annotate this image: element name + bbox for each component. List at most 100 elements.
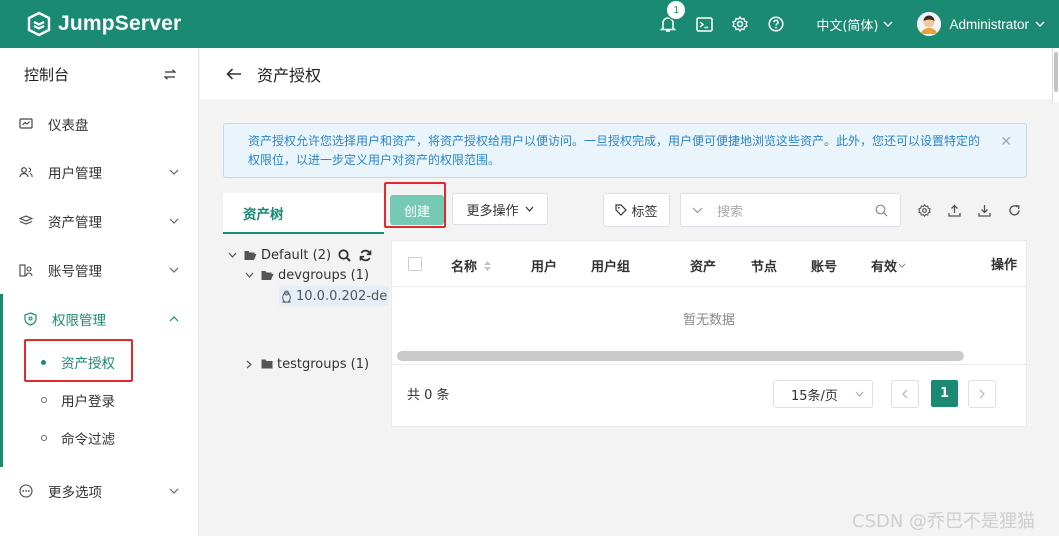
sidebar-item-more[interactable]: 更多选项 <box>0 471 199 511</box>
column-label: 名称 <box>451 260 478 275</box>
column-label: 操作 <box>991 258 1018 273</box>
shield-icon <box>22 311 38 327</box>
column-label: 用户组 <box>591 260 631 275</box>
column-header-user: 用户 <box>531 256 557 275</box>
chevron-down-icon <box>169 488 179 494</box>
sidebar-sub-command-filter[interactable]: 命令过滤 <box>0 421 199 455</box>
page-scrollbar[interactable] <box>1052 48 1059 102</box>
terminal-button[interactable] <box>686 0 722 48</box>
sidebar-item-dashboard[interactable]: 仪表盘 <box>0 104 199 144</box>
column-label: 资产 <box>690 260 717 275</box>
back-arrow-icon[interactable] <box>226 67 242 80</box>
help-icon <box>768 16 784 32</box>
linux-icon <box>281 290 292 303</box>
tag-icon <box>615 204 628 216</box>
chevron-down-icon <box>1035 21 1045 27</box>
chevron-up-icon <box>169 316 179 322</box>
tag-button[interactable]: 标签 <box>603 193 670 227</box>
highlight-box <box>384 182 446 228</box>
more-actions-button[interactable]: 更多操作 <box>452 193 548 225</box>
column-header-valid[interactable]: 有效 <box>871 256 906 275</box>
sidebar-item-users[interactable]: 用户管理 <box>0 152 199 192</box>
upload-icon[interactable] <box>939 201 969 219</box>
tree-node[interactable]: Default (2) <box>226 245 372 265</box>
chevron-down-icon <box>169 169 179 175</box>
refresh-icon[interactable] <box>359 249 372 262</box>
prev-page-button[interactable] <box>891 380 919 408</box>
permission-table: 名称 用户 用户组 资产 节点 账号 有效 操作 暂无数据 <box>391 240 1027 365</box>
close-icon[interactable]: ✕ <box>1000 133 1012 152</box>
user-menu[interactable]: Administrator <box>917 12 1045 36</box>
select-all-checkbox[interactable] <box>408 257 422 271</box>
caret-down-icon <box>226 252 238 258</box>
chevron-left-icon <box>902 389 908 399</box>
sidebar: 控制台 仪表盘 用户管理 资产管理 账号管理 权限管理 资产授权 用户登录 命令… <box>0 48 199 536</box>
tab-asset-tree[interactable]: 资产树 <box>223 193 384 234</box>
tree-node[interactable]: devgroups (1) <box>243 265 369 285</box>
sort-icon[interactable] <box>483 260 492 272</box>
download-icon[interactable] <box>969 201 999 219</box>
chevron-down-icon <box>855 391 864 397</box>
help-button[interactable] <box>758 0 794 48</box>
search-input[interactable]: 搜索 <box>680 193 901 227</box>
sidebar-item-accounts[interactable]: 账号管理 <box>0 250 199 290</box>
gear-icon <box>732 16 749 32</box>
empty-state: 暂无数据 <box>682 313 735 328</box>
folder-open-icon <box>244 250 257 261</box>
sidebar-item-permissions[interactable]: 权限管理 <box>0 299 199 339</box>
settings-button[interactable] <box>722 0 758 48</box>
language-label: 中文(简体) <box>816 18 879 34</box>
column-label: 节点 <box>751 260 778 275</box>
pagination: 共 0 条 15条/页 1 <box>391 365 1027 427</box>
page-size-select[interactable]: 15条/页 <box>773 380 873 408</box>
refresh-icon[interactable] <box>999 201 1029 219</box>
avatar <box>917 12 942 36</box>
total-count: 共 0 条 <box>407 388 450 403</box>
chevron-down-icon <box>898 263 906 268</box>
tree-node-selected[interactable]: 10.0.0.202-de <box>279 286 390 306</box>
notification-badge: 1 <box>667 1 686 19</box>
chevron-down-icon <box>525 206 533 212</box>
sidebar-item-label: 账号管理 <box>48 264 102 280</box>
chevron-down-icon[interactable] <box>692 207 703 214</box>
page-title: 资产授权 <box>257 65 322 85</box>
notification-button[interactable]: 1 <box>650 0 686 48</box>
tree-node-label: 10.0.0.202-de <box>296 288 388 304</box>
sidebar-header: 控制台 <box>0 48 198 100</box>
language-selector[interactable]: 中文(简体) <box>816 15 893 34</box>
app-logo[interactable]: JumpServer <box>26 11 181 37</box>
sidebar-item-label: 用户管理 <box>48 166 102 182</box>
accounts-icon <box>18 262 34 278</box>
sidebar-item-assets[interactable]: 资产管理 <box>0 201 199 241</box>
sidebar-item-label: 仪表盘 <box>48 118 89 134</box>
sidebar-item-label: 更多选项 <box>48 485 102 501</box>
gear-icon[interactable] <box>909 201 939 219</box>
column-label: 用户 <box>531 260 558 275</box>
page-size-value: 15条/页 <box>791 388 838 404</box>
terminal-icon <box>696 16 713 32</box>
tree-node-label: devgroups (1) <box>278 267 370 283</box>
column-header-account: 账号 <box>811 256 837 275</box>
search-icon[interactable] <box>338 248 351 262</box>
column-label: 账号 <box>811 260 838 275</box>
sidebar-item-label: 权限管理 <box>52 313 106 329</box>
sidebar-sub-user-login[interactable]: 用户登录 <box>0 383 199 417</box>
search-icon[interactable] <box>875 204 888 217</box>
page-header: 资产授权 <box>200 48 1059 99</box>
column-header-name[interactable]: 名称 <box>451 256 492 275</box>
sidebar-title: 控制台 <box>24 65 70 84</box>
chevron-down-icon <box>883 21 893 27</box>
column-header-asset: 资产 <box>690 256 716 275</box>
swap-icon[interactable] <box>164 68 176 80</box>
folder-open-icon <box>261 270 274 281</box>
app-name: JumpServer <box>58 12 182 35</box>
top-bar: JumpServer 1 中文(简体) Administrator <box>0 0 1059 48</box>
highlight-box <box>24 339 133 382</box>
users-icon <box>18 164 34 180</box>
horizontal-scrollbar[interactable] <box>397 351 964 361</box>
page-number-button[interactable]: 1 <box>931 380 958 407</box>
tag-label: 标签 <box>631 204 658 220</box>
next-page-button[interactable] <box>968 380 996 408</box>
tree-node[interactable]: testgroups (1) <box>243 354 369 374</box>
bullet-icon <box>41 435 47 441</box>
